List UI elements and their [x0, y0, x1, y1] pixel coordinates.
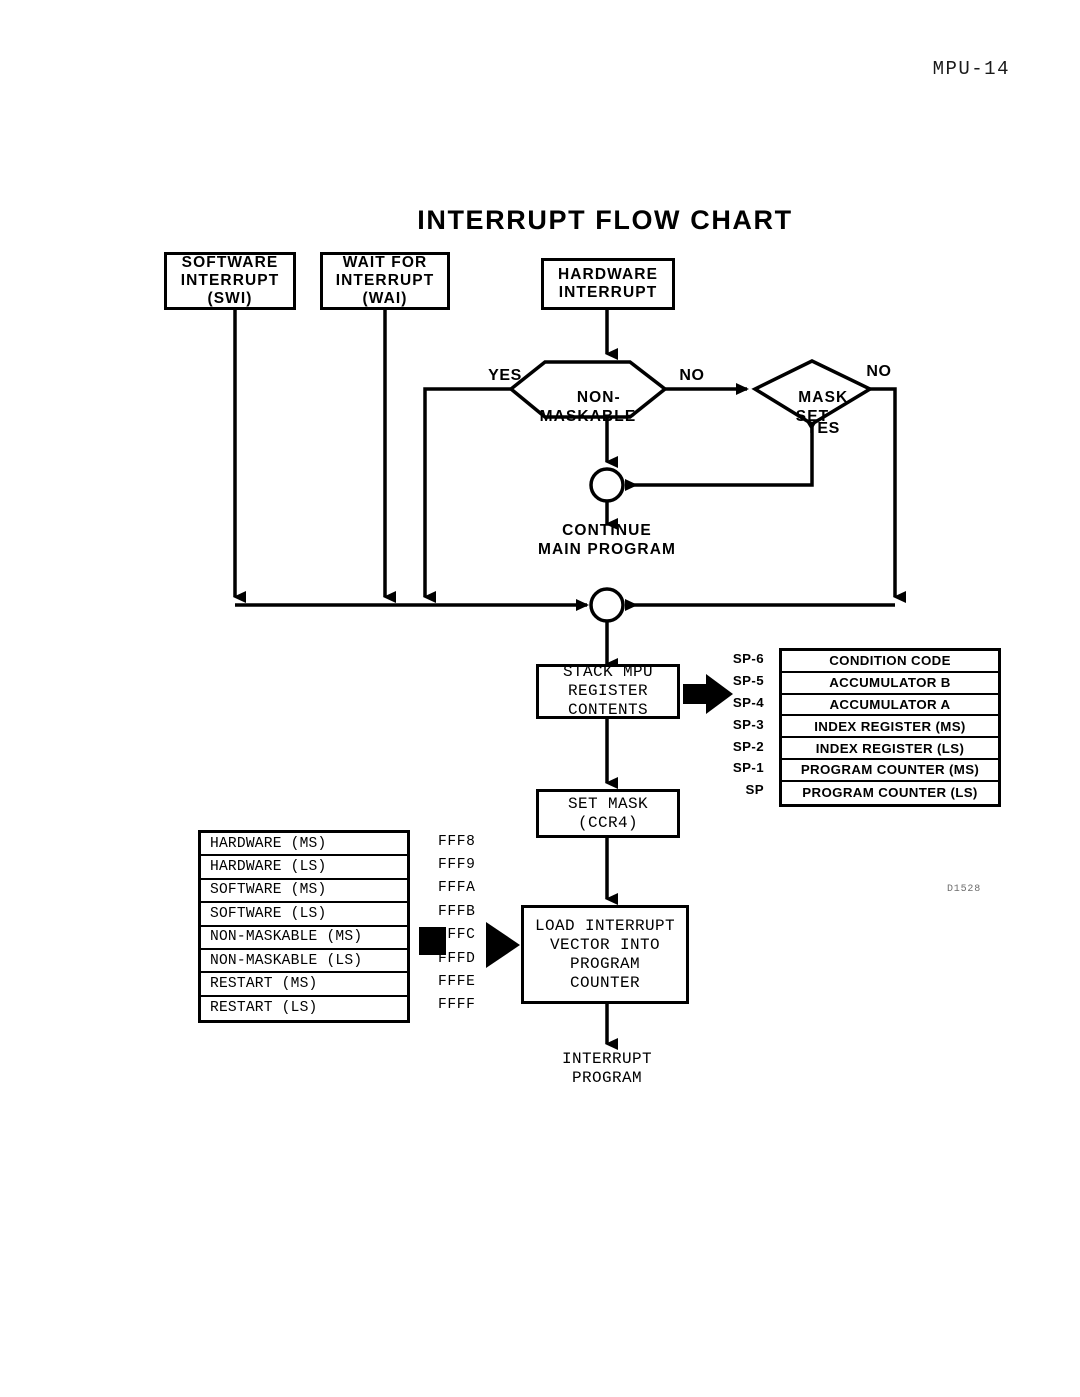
vector-address: FFFF — [438, 997, 476, 1014]
node-non-maskable-label: NON- MASKABLE — [539, 389, 637, 425]
node-hardware-interrupt: HARDWARE INTERRUPT — [541, 258, 675, 310]
node-wait-for-interrupt: WAIT FOR INTERRUPT (WAI) — [320, 252, 450, 310]
branch-label-maskset-no: NO — [866, 363, 892, 380]
table-row: NON-MASKABLE (MS) — [201, 927, 407, 950]
node-non-maskable: NON- MASKABLE — [511, 371, 665, 444]
table-row: RESTART (LS) — [210, 1000, 318, 1017]
stack-register-table: CONDITION CODE ACCUMULATOR B ACCUMULATOR A… — [779, 648, 1001, 807]
table-row: PROGRAM COUNTER (LS) — [802, 785, 978, 801]
node-stack-mpu-register-contents: STACK MPU REGISTER CONTENTS — [536, 663, 680, 719]
table-row: SOFTWARE (LS) — [201, 903, 407, 927]
table-row: INDEX REGISTER (LS) — [782, 738, 998, 760]
page: MPU-14 INTERRUPT FLOW CHART SOFTWARE INT… — [0, 0, 1080, 1397]
stack-pointer-labels: SP-6 SP-5 SP-4 SP-3 SP-2 SP-1 SP — [700, 648, 772, 801]
node-wait-for-interrupt-label: WAIT FOR INTERRUPT (WAI) — [335, 253, 435, 308]
table-row: HARDWARE (LS) — [201, 856, 407, 880]
branch-label-nonmaskable-yes: YES — [488, 367, 522, 384]
table-row: ACCUMULATOR A — [782, 695, 998, 717]
stack-pointer-label: SP — [745, 782, 764, 798]
stack-pointer-label: SP-6 — [732, 651, 764, 667]
node-load-interrupt-vector: LOAD INTERRUPT VECTOR INTO PROGRAM COUNTER — [521, 905, 689, 1004]
vector-address: FFFC — [438, 927, 476, 944]
vector-address: FFFE — [438, 974, 476, 991]
node-stack-mpu-label: STACK MPU REGISTER CONTENTS — [562, 663, 653, 719]
table-row: ACCUMULATOR B — [782, 673, 998, 695]
table-row: CONDITION CODE — [782, 651, 998, 673]
stack-pointer-label: SP-5 — [732, 673, 764, 689]
table-row: RESTART (MS) — [201, 973, 407, 997]
stack-pointer-label: SP-1 — [732, 760, 764, 776]
table-row: HARDWARE (MS) — [201, 833, 407, 857]
node-software-interrupt-label: SOFTWARE INTERRUPT (SWI) — [180, 253, 280, 308]
node-load-interrupt-vector-label: LOAD INTERRUPT VECTOR INTO PROGRAM COUNTER — [534, 917, 676, 992]
node-software-interrupt: SOFTWARE INTERRUPT (SWI) — [164, 252, 296, 310]
vector-address: FFFB — [438, 903, 476, 920]
node-hardware-interrupt-label: HARDWARE INTERRUPT — [557, 265, 659, 301]
table-row: PROGRAM COUNTER (MS) — [782, 760, 998, 782]
table-row: INDEX REGISTER (MS) — [782, 716, 998, 739]
table-row: NON-MASKABLE (LS) — [201, 950, 407, 974]
vector-address: FFFD — [438, 950, 476, 967]
label-continue-main-program: CONTINUE MAIN PROGRAM — [537, 522, 677, 558]
branch-label-nonmaskable-no: NO — [679, 367, 705, 384]
stack-pointer-label: SP-4 — [732, 694, 764, 710]
node-set-mask-label: SET MASK (CCR4) — [567, 794, 648, 832]
vector-address: FFF9 — [438, 857, 476, 874]
stack-pointer-label: SP-3 — [732, 716, 764, 732]
figure-id: D1528 — [947, 884, 982, 895]
interrupt-vector-table: HARDWARE (MS) HARDWARE (LS) SOFTWARE (MS) S… — [198, 830, 410, 1024]
vector-address: FFFA — [438, 880, 476, 897]
vector-address: FFF8 — [438, 833, 476, 850]
stack-pointer-label: SP-2 — [732, 738, 764, 754]
branch-label-maskset-yes: YES — [806, 420, 840, 437]
label-interrupt-program: INTERRUPT PROGRAM — [561, 1050, 652, 1088]
interrupt-vector-addresses: FFF8 FFF9 FFFA FFFB FFFC FFFD FFFE FFFF — [438, 830, 508, 1017]
node-set-mask: SET MASK (CCR4) — [536, 789, 680, 838]
table-row: SOFTWARE (MS) — [201, 880, 407, 904]
